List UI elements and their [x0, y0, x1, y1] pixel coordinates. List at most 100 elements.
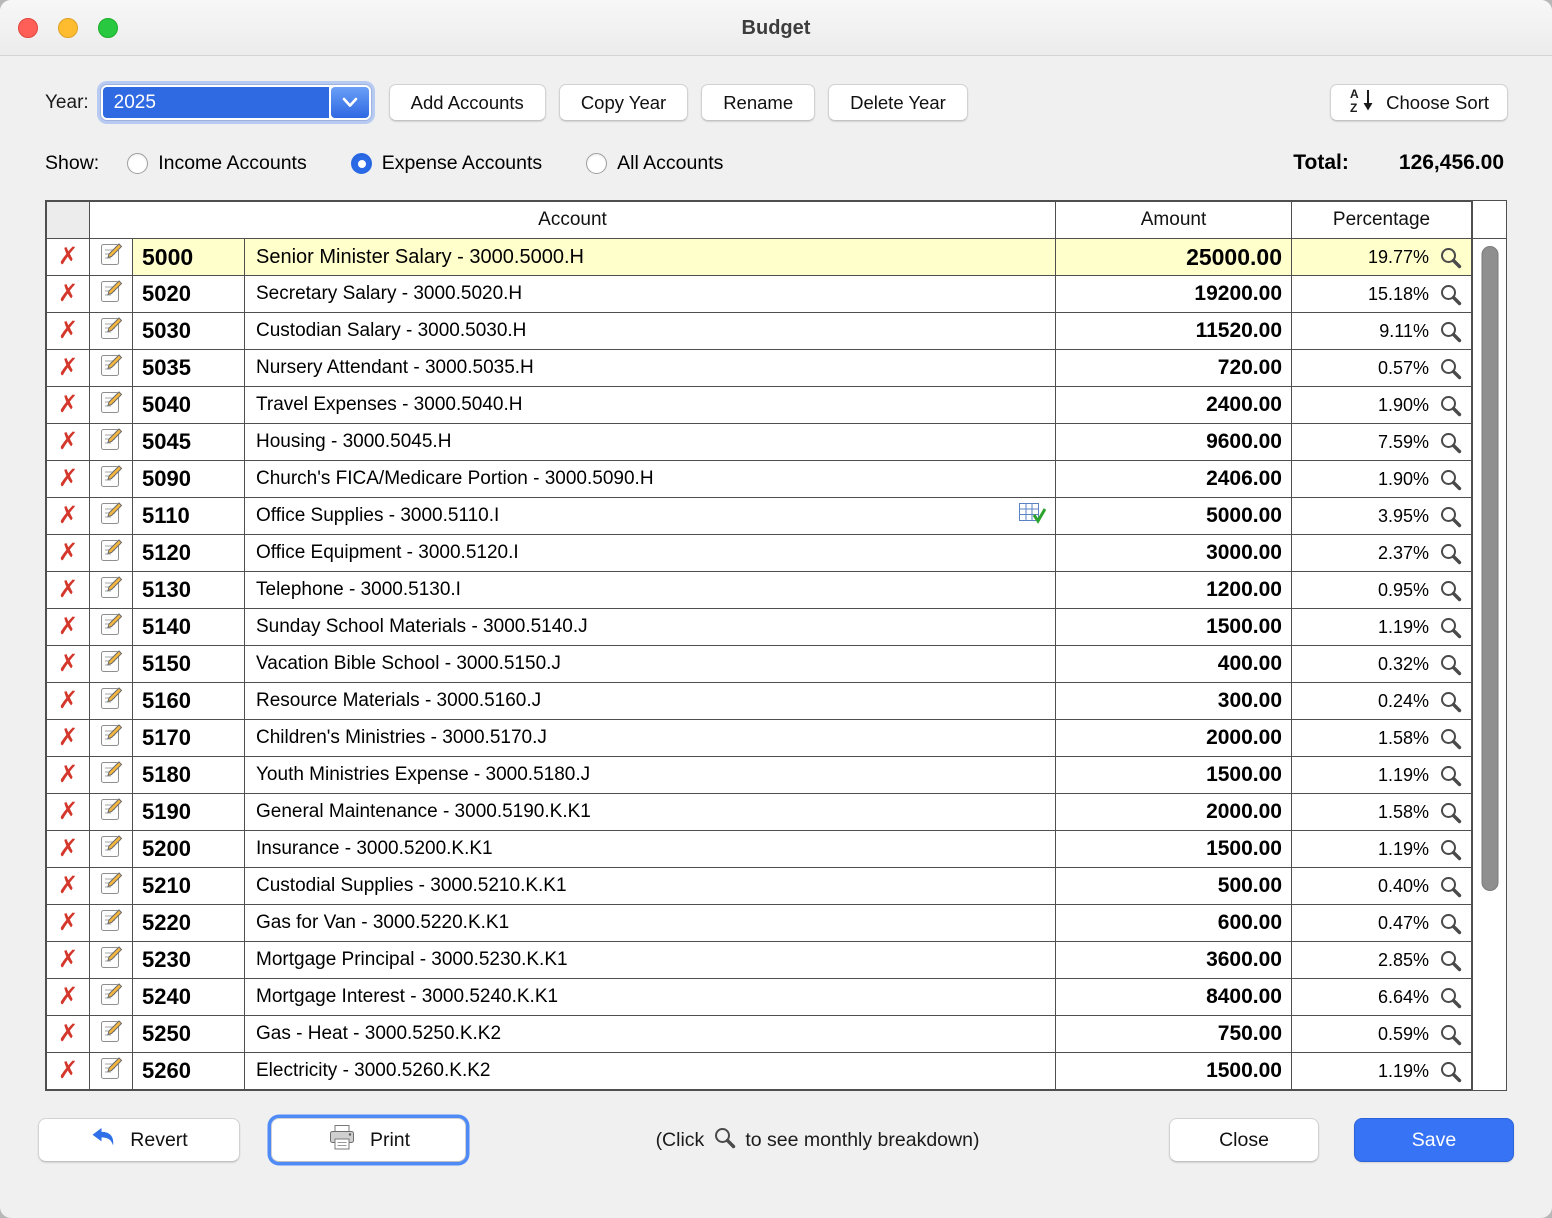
edit-account-button[interactable]	[99, 439, 124, 456]
amount-cell[interactable]: 1500.00	[1056, 831, 1292, 868]
delete-account-button[interactable]: ✗	[58, 576, 78, 603]
account-number[interactable]: 5240	[133, 979, 245, 1016]
account-row[interactable]: ✗ 5190 General Maintenance - 3000.5190.K…	[47, 794, 1472, 831]
radio-icon[interactable]	[586, 153, 607, 174]
delete-account-button[interactable]: ✗	[58, 502, 78, 529]
account-number[interactable]: 5190	[133, 794, 245, 831]
radio-icon[interactable]	[127, 153, 148, 174]
delete-account-button[interactable]: ✗	[58, 983, 78, 1010]
account-row[interactable]: ✗ 5180 Youth Ministries Expense - 3000.5…	[47, 757, 1472, 794]
show-option-radio[interactable]: All Accounts	[586, 152, 723, 175]
account-name-cell[interactable]: Resource Materials - 3000.5160.J	[245, 683, 1056, 720]
account-number[interactable]: 5040	[133, 387, 245, 424]
account-number[interactable]: 5180	[133, 757, 245, 794]
monthly-breakdown-button[interactable]	[1429, 467, 1471, 492]
radio-icon[interactable]	[351, 153, 372, 174]
account-row[interactable]: ✗ 5260 Electricity - 3000.5260.K.K2	[47, 1053, 1472, 1090]
monthly-breakdown-button[interactable]	[1429, 504, 1471, 529]
edit-account-button[interactable]	[99, 550, 124, 567]
monthly-breakdown-button[interactable]	[1429, 985, 1471, 1010]
amount-cell[interactable]: 300.00	[1056, 683, 1292, 720]
amount-cell[interactable]: 2000.00	[1056, 794, 1292, 831]
delete-account-button[interactable]: ✗	[58, 724, 78, 751]
account-number[interactable]: 5035	[133, 350, 245, 387]
account-number[interactable]: 5210	[133, 868, 245, 905]
account-row[interactable]: ✗ 5110 Office Supplies - 3000.5110.I	[47, 498, 1472, 535]
edit-account-button[interactable]	[99, 291, 124, 308]
amount-cell[interactable]: 19200.00	[1056, 276, 1292, 313]
copy-year-button[interactable]: Copy Year	[559, 84, 688, 121]
delete-account-button[interactable]: ✗	[58, 243, 78, 270]
account-name-cell[interactable]: Office Equipment - 3000.5120.I	[245, 535, 1056, 572]
account-number[interactable]: 5020	[133, 276, 245, 313]
delete-account-button[interactable]: ✗	[58, 428, 78, 455]
monthly-breakdown-button[interactable]	[1429, 652, 1471, 677]
account-row[interactable]: ✗ 5030 Custodian Salary - 3000.5030.H	[47, 313, 1472, 350]
account-number[interactable]: 5230	[133, 942, 245, 979]
account-name-cell[interactable]: Custodial Supplies - 3000.5210.K.K1	[245, 868, 1056, 905]
delete-account-button[interactable]: ✗	[58, 465, 78, 492]
delete-account-button[interactable]: ✗	[58, 946, 78, 973]
monthly-breakdown-button[interactable]	[1429, 615, 1471, 640]
amount-cell[interactable]: 500.00	[1056, 868, 1292, 905]
account-row[interactable]: ✗ 5240 Mortgage Interest - 3000.5240.K.K…	[47, 979, 1472, 1016]
account-number[interactable]: 5090	[133, 461, 245, 498]
monthly-breakdown-button[interactable]	[1429, 430, 1471, 455]
add-accounts-button[interactable]: Add Accounts	[389, 84, 546, 121]
account-row[interactable]: ✗ 5140 Sunday School Materials - 3000.51…	[47, 609, 1472, 646]
delete-account-button[interactable]: ✗	[58, 798, 78, 825]
account-name-cell[interactable]: Secretary Salary - 3000.5020.H	[245, 276, 1056, 313]
monthly-breakdown-button[interactable]	[1429, 319, 1471, 344]
account-row[interactable]: ✗ 5040 Travel Expenses - 3000.5040.H	[47, 387, 1472, 424]
account-row[interactable]: ✗ 5230 Mortgage Principal - 3000.5230.K.…	[47, 942, 1472, 979]
edit-account-button[interactable]	[99, 328, 124, 345]
edit-account-button[interactable]	[99, 513, 124, 530]
account-row[interactable]: ✗ 5020 Secretary Salary - 3000.5020.H	[47, 276, 1472, 313]
amount-cell[interactable]: 750.00	[1056, 1016, 1292, 1053]
account-name-cell[interactable]: Telephone - 3000.5130.I	[245, 572, 1056, 609]
account-number[interactable]: 5110	[133, 498, 245, 535]
delete-account-button[interactable]: ✗	[58, 1057, 78, 1084]
monthly-breakdown-button[interactable]	[1429, 726, 1471, 751]
account-name-cell[interactable]: Travel Expenses - 3000.5040.H	[245, 387, 1056, 424]
monthly-breakdown-button[interactable]	[1429, 578, 1471, 603]
account-number[interactable]: 5170	[133, 720, 245, 757]
monthly-breakdown-button[interactable]	[1429, 541, 1471, 566]
edit-account-button[interactable]	[99, 476, 124, 493]
account-number[interactable]: 5140	[133, 609, 245, 646]
save-button[interactable]: Save	[1354, 1118, 1514, 1162]
edit-account-button[interactable]	[99, 957, 124, 974]
account-number[interactable]: 5120	[133, 535, 245, 572]
amount-cell[interactable]: 11520.00	[1056, 313, 1292, 350]
account-number[interactable]: 5160	[133, 683, 245, 720]
monthly-breakdown-button[interactable]	[1429, 689, 1471, 714]
account-name-cell[interactable]: General Maintenance - 3000.5190.K.K1	[245, 794, 1056, 831]
account-name-cell[interactable]: Children's Ministries - 3000.5170.J	[245, 720, 1056, 757]
delete-account-button[interactable]: ✗	[58, 687, 78, 714]
edit-account-button[interactable]	[99, 587, 124, 604]
edit-account-button[interactable]	[99, 735, 124, 752]
amount-cell[interactable]: 400.00	[1056, 646, 1292, 683]
show-option-radio[interactable]: Expense Accounts	[351, 152, 542, 175]
amount-cell[interactable]: 5000.00	[1056, 498, 1292, 535]
amount-cell[interactable]: 1500.00	[1056, 1053, 1292, 1090]
delete-account-button[interactable]: ✗	[58, 909, 78, 936]
amount-cell[interactable]: 1500.00	[1056, 609, 1292, 646]
account-number[interactable]: 5250	[133, 1016, 245, 1053]
revert-button[interactable]: Revert	[38, 1118, 240, 1162]
delete-year-button[interactable]: Delete Year	[828, 84, 968, 121]
delete-account-button[interactable]: ✗	[58, 761, 78, 788]
account-row[interactable]: ✗ 5035 Nursery Attendant - 3000.5035.H	[47, 350, 1472, 387]
account-row[interactable]: ✗ 5200 Insurance - 3000.5200.K.K1	[47, 831, 1472, 868]
account-row[interactable]: ✗ 5150 Vacation Bible School - 3000.5150…	[47, 646, 1472, 683]
account-row[interactable]: ✗ 5160 Resource Materials - 3000.5160.J	[47, 683, 1472, 720]
account-row[interactable]: ✗ 5130 Telephone - 3000.5130.I	[47, 572, 1472, 609]
account-name-cell[interactable]: Church's FICA/Medicare Portion - 3000.50…	[245, 461, 1056, 498]
chevron-down-icon[interactable]	[331, 87, 369, 118]
account-name-cell[interactable]: Nursery Attendant - 3000.5035.H	[245, 350, 1056, 387]
amount-cell[interactable]: 1500.00	[1056, 757, 1292, 794]
account-name-cell[interactable]: Mortgage Interest - 3000.5240.K.K1	[245, 979, 1056, 1016]
amount-cell[interactable]: 2406.00	[1056, 461, 1292, 498]
delete-account-button[interactable]: ✗	[58, 872, 78, 899]
show-option-radio[interactable]: Income Accounts	[127, 152, 307, 175]
